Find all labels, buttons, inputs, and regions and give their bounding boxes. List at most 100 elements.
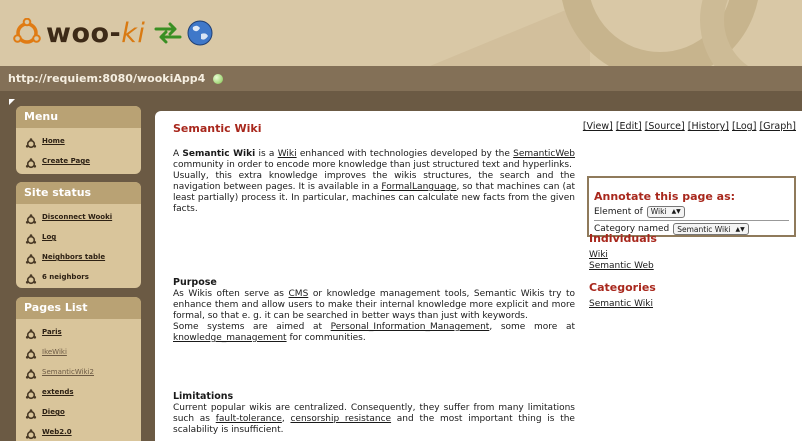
menu-panel: Menu Home Create Page bbox=[16, 106, 141, 174]
menu-list: Home Create Page bbox=[16, 128, 141, 174]
intro-paragraph: Usually, this extra knowledge improves t… bbox=[173, 171, 575, 215]
pim-link[interactable]: Personal_Information_Management bbox=[331, 322, 490, 332]
page-actions: [View] [Edit] [Source] [History] [Log] [… bbox=[583, 121, 796, 132]
status-dot-icon bbox=[213, 73, 224, 84]
pages-list: Paris IkeWiki SemanticWiki2 extends Dieg… bbox=[16, 319, 141, 441]
text: is a bbox=[255, 149, 278, 159]
page-item: Paris bbox=[25, 322, 141, 342]
status-item: 6 neighbors bbox=[25, 267, 141, 287]
element-of-select[interactable]: Wiki ▲▼ bbox=[646, 205, 685, 218]
cms-link[interactable]: CMS bbox=[289, 289, 309, 299]
page-link[interactable]: IkeWiki bbox=[42, 348, 67, 356]
status-item: Log bbox=[25, 227, 141, 247]
gear-bullet-icon bbox=[25, 386, 37, 400]
logo-prefix: woo- bbox=[46, 17, 122, 49]
text: community in order to encode more knowle… bbox=[173, 160, 572, 170]
gear-bullet-icon bbox=[25, 251, 37, 265]
page-item: SemanticWiki2 bbox=[25, 362, 141, 382]
limitations-paragraph: Current popular wikis are centralized. C… bbox=[173, 403, 575, 436]
formallanguage-link[interactable]: FormalLanguage bbox=[381, 182, 456, 192]
bold-term: Semantic Wiki bbox=[182, 149, 256, 159]
source-link[interactable]: [Source] bbox=[645, 121, 685, 132]
disconnect-link[interactable]: Disconnect Wooki bbox=[42, 213, 112, 221]
log-link[interactable]: Log bbox=[42, 233, 56, 241]
limitations-heading: Limitations bbox=[173, 391, 234, 402]
category-named-select[interactable]: Semantic Wiki ▲▼ bbox=[673, 223, 749, 235]
ubuntu-logo-icon bbox=[13, 18, 41, 44]
article-intro: A Semantic Wiki is a Wiki enhanced with … bbox=[173, 149, 575, 215]
pages-list-panel: Pages List Paris IkeWiki SemanticWiki2 e… bbox=[16, 297, 141, 441]
annotate-box: Annotate this page as: Element of Wiki ▲▼… bbox=[587, 176, 796, 237]
select-arrows-icon: ▲▼ bbox=[735, 225, 745, 233]
gear-bullet-icon bbox=[25, 135, 37, 149]
sidebar-toggle-icon[interactable] bbox=[9, 99, 15, 105]
categories-heading: Categories bbox=[589, 281, 656, 294]
page-link[interactable]: extends bbox=[42, 388, 74, 396]
panel-title: Pages List bbox=[16, 297, 141, 319]
history-link[interactable]: [History] bbox=[688, 121, 729, 132]
view-link[interactable]: [View] bbox=[583, 121, 613, 132]
categories-list: Semantic Wiki bbox=[589, 299, 653, 310]
category-link[interactable]: Semantic Wiki bbox=[589, 299, 653, 310]
neighbors-table-link[interactable]: Neighbors table bbox=[42, 253, 105, 261]
element-of-label: Element of bbox=[594, 206, 643, 217]
site-status-panel: Site status Disconnect Wooki Log Neighbo… bbox=[16, 182, 141, 288]
gear-bullet-icon bbox=[25, 346, 37, 360]
text: A bbox=[173, 149, 183, 159]
page-link[interactable]: Diego bbox=[42, 408, 65, 416]
gear-bullet-icon bbox=[25, 211, 37, 225]
page-item: IkeWiki bbox=[25, 342, 141, 362]
app-header: woo-ki bbox=[0, 0, 802, 66]
fault-tolerance-link[interactable]: fault-tolerance bbox=[216, 414, 282, 424]
log-action-link[interactable]: [Log] bbox=[732, 121, 756, 132]
swap-arrows-icon bbox=[154, 22, 182, 44]
page-item: Web2.0 bbox=[25, 422, 141, 441]
page-link[interactable]: Web2.0 bbox=[42, 428, 72, 436]
annotate-title: Annotate this page as: bbox=[594, 190, 736, 203]
page-link[interactable]: SemanticWiki2 bbox=[42, 368, 94, 376]
individuals-heading: Individuals bbox=[589, 232, 657, 245]
text: , some more at bbox=[489, 322, 575, 332]
limitations-section: Current popular wikis are centralized. C… bbox=[173, 403, 575, 436]
gear-bullet-icon bbox=[25, 426, 37, 440]
app-logo[interactable]: woo-ki bbox=[12, 16, 213, 50]
semanticweb-link[interactable]: SemanticWeb bbox=[513, 149, 575, 159]
globe-icon bbox=[187, 20, 213, 46]
text: enhanced with technologies developed by … bbox=[296, 149, 514, 159]
wiki-link[interactable]: Wiki bbox=[278, 149, 297, 159]
menu-item: Home bbox=[25, 131, 141, 151]
page-item: Diego bbox=[25, 402, 141, 422]
page-title: Semantic Wiki bbox=[173, 122, 262, 135]
censorship-resistance-link[interactable]: censorship resistance bbox=[290, 414, 391, 424]
site-status-list: Disconnect Wooki Log Neighbors table 6 n… bbox=[16, 204, 141, 290]
gear-bullet-icon bbox=[25, 155, 37, 169]
element-of-value: Wiki bbox=[650, 207, 667, 216]
gear-bullet-icon bbox=[25, 366, 37, 380]
knowledge-management-link[interactable]: knowledge_management bbox=[173, 333, 287, 343]
element-of-row: Element of Wiki ▲▼ bbox=[594, 203, 789, 220]
individual-link[interactable]: Semantic Web bbox=[589, 261, 654, 272]
url-text[interactable]: http://requiem:8080/wookiApp4 bbox=[8, 72, 205, 85]
menu-item: Create Page bbox=[25, 151, 141, 171]
gear-bullet-icon bbox=[25, 231, 37, 245]
neighbors-count: 6 neighbors bbox=[42, 273, 89, 281]
menu-link-home[interactable]: Home bbox=[42, 137, 65, 145]
status-item: Neighbors table bbox=[25, 247, 141, 267]
page-link[interactable]: Paris bbox=[42, 328, 62, 336]
intro-paragraph: A Semantic Wiki is a Wiki enhanced with … bbox=[173, 149, 575, 171]
purpose-paragraph: As Wikis often serve as CMS or knowledge… bbox=[173, 289, 575, 322]
page-item: extends bbox=[25, 382, 141, 402]
graph-link[interactable]: [Graph] bbox=[759, 121, 796, 132]
edit-link[interactable]: [Edit] bbox=[616, 121, 642, 132]
text: Some systems are aimed at bbox=[173, 322, 331, 332]
individuals-list: Wiki Semantic Web bbox=[589, 250, 654, 272]
status-item: Disconnect Wooki bbox=[25, 207, 141, 227]
panel-title: Menu bbox=[16, 106, 141, 128]
individual-link[interactable]: Wiki bbox=[589, 250, 654, 261]
url-bar: http://requiem:8080/wookiApp4 bbox=[0, 66, 802, 91]
category-named-value: Semantic Wiki bbox=[677, 224, 731, 234]
select-arrows-icon: ▲▼ bbox=[671, 208, 681, 215]
main-content: Semantic Wiki [View] [Edit] [Source] [Hi… bbox=[155, 111, 802, 441]
menu-link-create-page[interactable]: Create Page bbox=[42, 157, 90, 165]
gear-bullet-icon bbox=[25, 271, 37, 285]
